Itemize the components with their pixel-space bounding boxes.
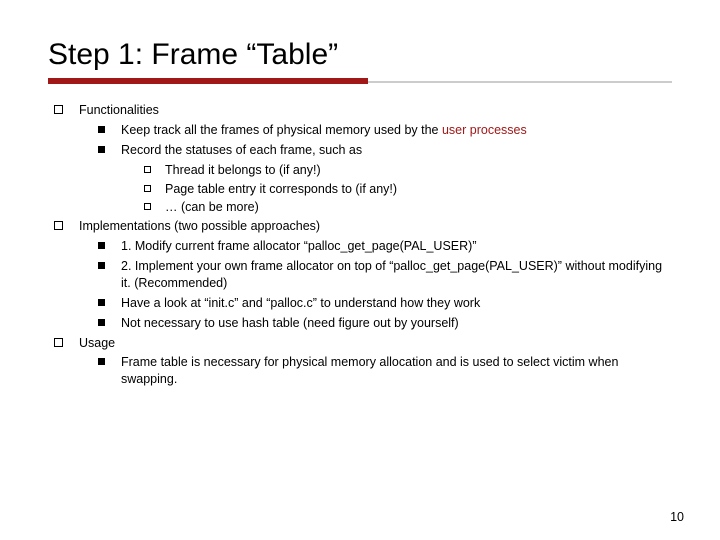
item-text: 1. Modify current frame allocator “pallo… bbox=[121, 238, 672, 255]
item-text: 2. Implement your own frame allocator on… bbox=[121, 258, 672, 292]
small-hollow-square-icon bbox=[144, 185, 151, 192]
item-text: Frame table is necessary for physical me… bbox=[121, 354, 672, 388]
solid-square-icon bbox=[98, 319, 105, 326]
item-text: Record the statuses of each frame, such … bbox=[121, 142, 672, 159]
slide-title: Step 1: Frame “Table” bbox=[48, 38, 672, 72]
list-item: Keep track all the frames of physical me… bbox=[98, 122, 672, 139]
slide-content: Functionalities Keep track all the frame… bbox=[48, 102, 672, 388]
section-usage: Usage Frame table is necessary for physi… bbox=[54, 335, 672, 389]
item-text: Keep track all the frames of physical me… bbox=[121, 122, 672, 139]
solid-square-icon bbox=[98, 126, 105, 133]
solid-square-icon bbox=[98, 358, 105, 365]
hollow-square-icon bbox=[54, 338, 63, 347]
section-heading: Implementations (two possible approaches… bbox=[79, 218, 672, 235]
section-heading: Functionalities bbox=[79, 102, 672, 119]
solid-square-icon bbox=[98, 262, 105, 269]
solid-square-icon bbox=[98, 299, 105, 306]
item-text: Not necessary to use hash table (need fi… bbox=[121, 315, 672, 332]
list-item: Frame table is necessary for physical me… bbox=[98, 354, 672, 388]
subitem-text: Page table entry it corresponds to (if a… bbox=[165, 181, 672, 198]
solid-square-icon bbox=[98, 146, 105, 153]
list-item: Have a look at “init.c” and “palloc.c” t… bbox=[98, 295, 672, 312]
list-item: Not necessary to use hash table (need fi… bbox=[98, 315, 672, 332]
subitem-text: Thread it belongs to (if any!) bbox=[165, 162, 672, 179]
text-fragment: Keep track all the frames of physical me… bbox=[121, 123, 442, 137]
title-rule bbox=[48, 78, 672, 84]
hollow-square-icon bbox=[54, 105, 63, 114]
list-subitem: … (can be more) bbox=[144, 199, 672, 216]
list-item: 1. Modify current frame allocator “pallo… bbox=[98, 238, 672, 255]
section-implementations: Implementations (two possible approaches… bbox=[54, 218, 672, 331]
item-text: Have a look at “init.c” and “palloc.c” t… bbox=[121, 295, 672, 312]
solid-square-icon bbox=[98, 242, 105, 249]
list-item: Record the statuses of each frame, such … bbox=[98, 142, 672, 159]
list-subitem: Page table entry it corresponds to (if a… bbox=[144, 181, 672, 198]
list-subitem: Thread it belongs to (if any!) bbox=[144, 162, 672, 179]
small-hollow-square-icon bbox=[144, 203, 151, 210]
text-accent: user processes bbox=[442, 123, 527, 137]
section-heading: Usage bbox=[79, 335, 672, 352]
subitem-text: … (can be more) bbox=[165, 199, 672, 216]
small-hollow-square-icon bbox=[144, 166, 151, 173]
list-item: 2. Implement your own frame allocator on… bbox=[98, 258, 672, 292]
slide-number: 10 bbox=[670, 510, 684, 524]
hollow-square-icon bbox=[54, 221, 63, 230]
section-functionalities: Functionalities Keep track all the frame… bbox=[54, 102, 672, 216]
